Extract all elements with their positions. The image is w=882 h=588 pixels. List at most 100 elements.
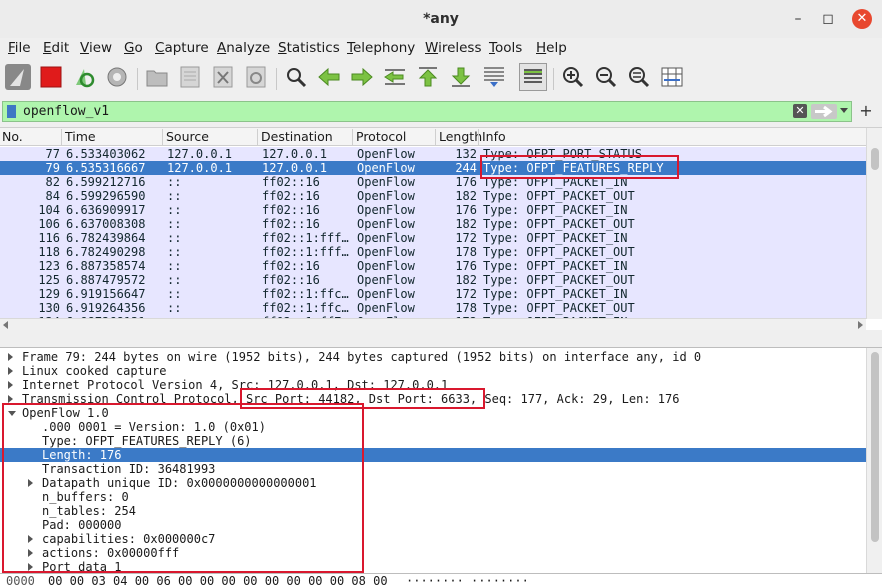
resize-columns-icon[interactable]	[658, 63, 686, 91]
menu-wireless[interactable]: Wireless	[425, 40, 482, 56]
detail-row[interactable]: Transaction ID: 36481993	[0, 462, 866, 476]
table-row[interactable]: 77 6.533403062 127.0.0.1 127.0.0.1 OpenFlow 1…	[0, 147, 866, 161]
packet-details-vertical-scrollbar[interactable]	[866, 348, 882, 573]
zoom-out-icon[interactable]	[592, 63, 620, 91]
table-row-selected[interactable]: 79 6.535316667 127.0.0.1 127.0.0.1 OpenFlow 2…	[0, 161, 866, 175]
restart-capture-icon[interactable]	[70, 63, 98, 91]
menu-tools[interactable]: Tools	[489, 40, 522, 56]
cell-destination: ff02::16	[262, 175, 320, 189]
table-row[interactable]: 116 6.782439864:: ff02::1:fff… OpenFlow 172 T…	[0, 231, 866, 245]
reload-file-icon[interactable]	[242, 63, 270, 91]
menu-statistics[interactable]: Statistics	[278, 40, 340, 56]
column-header-length[interactable]: Length	[439, 129, 482, 144]
cell-time: 6.887358574	[66, 259, 146, 273]
column-header-source[interactable]: Source	[166, 129, 209, 144]
table-row[interactable]: 125 6.887479572:: ff02::16 OpenFlow 182 Type:…	[0, 273, 866, 287]
find-packet-icon[interactable]	[282, 63, 310, 91]
capture-options-icon[interactable]	[103, 63, 131, 91]
expand-chevron-right-icon[interactable]	[28, 535, 33, 543]
cell-source: ::	[167, 287, 182, 301]
detail-row[interactable]: Transmission Control Protocol, Src Port:…	[0, 392, 866, 406]
detail-row-selected[interactable]: Length: 176	[0, 448, 866, 462]
detail-row[interactable]: capabilities: 0x000000c7	[0, 532, 866, 546]
expand-chevron-right-icon[interactable]	[8, 367, 13, 375]
detail-row[interactable]: Type: OFPT_FEATURES_REPLY (6)	[0, 434, 866, 448]
expand-chevron-right-icon[interactable]	[8, 395, 13, 403]
clear-filter-icon[interactable]: ✕	[793, 104, 807, 118]
table-row[interactable]: 130 6.919264356:: ff02::1:ffc… OpenFlow 178 T…	[0, 301, 866, 315]
go-back-icon[interactable]	[315, 63, 343, 91]
table-row[interactable]: 129 6.919156647:: ff02::1:ffc… OpenFlow 172 T…	[0, 287, 866, 301]
last-packet-icon[interactable]	[447, 63, 475, 91]
packet-list-scroll-thumb[interactable]	[871, 148, 879, 170]
menu-view[interactable]: View	[80, 40, 112, 56]
column-header-protocol[interactable]: Protocol	[356, 129, 406, 144]
add-filter-button-plus-icon[interactable]: +	[858, 101, 874, 121]
menu-capture[interactable]: Capture	[155, 40, 209, 56]
table-row[interactable]: 82 6.599212716:: ff02::16 OpenFlow 176 Type: …	[0, 175, 866, 189]
detail-row[interactable]: Pad: 000000	[0, 518, 866, 532]
menu-telephony[interactable]: Telephony	[347, 40, 415, 56]
first-packet-icon[interactable]	[414, 63, 442, 91]
detail-row[interactable]: Port data 1	[0, 560, 866, 573]
table-row[interactable]: 104 6.636909917:: ff02::16 OpenFlow 176 Type:…	[0, 203, 866, 217]
close-icon[interactable]: ✕	[852, 9, 872, 29]
scroll-right-icon[interactable]	[858, 321, 863, 329]
apply-filter-icon[interactable]	[811, 104, 837, 119]
stop-capture-icon[interactable]	[37, 63, 65, 91]
table-row[interactable]: 123 6.887358574:: ff02::16 OpenFlow 176 Type:…	[0, 259, 866, 273]
auto-scroll-icon[interactable]	[480, 63, 508, 91]
table-row[interactable]: 118 6.782490298:: ff02::1:fff… OpenFlow 178 T…	[0, 245, 866, 259]
normal-size-icon[interactable]	[625, 63, 653, 91]
expand-chevron-right-icon[interactable]	[28, 549, 33, 557]
maximize-icon[interactable]: ◻	[818, 9, 838, 29]
scroll-left-icon[interactable]	[3, 321, 8, 329]
colorize-icon[interactable]	[519, 63, 547, 91]
packet-list-vertical-scrollbar[interactable]	[866, 128, 882, 319]
packet-list-horizontal-scrollbar[interactable]	[0, 318, 866, 330]
go-to-packet-icon[interactable]	[381, 63, 409, 91]
detail-row[interactable]: actions: 0x00000fff	[0, 546, 866, 560]
detail-row[interactable]: Linux cooked capture	[0, 364, 866, 378]
collapse-chevron-down-icon[interactable]	[8, 411, 16, 416]
column-header-time[interactable]: Time	[65, 129, 96, 144]
expand-chevron-right-icon[interactable]	[28, 479, 33, 487]
detail-row[interactable]: n_tables: 254	[0, 504, 866, 518]
column-header-no[interactable]: No.	[2, 129, 23, 144]
menu-analyze[interactable]: Analyze	[217, 40, 270, 56]
cell-length: 182	[455, 217, 477, 231]
detail-row[interactable]: n_buffers: 0	[0, 490, 866, 504]
column-header-info[interactable]: Info	[482, 129, 506, 144]
bytes-offset: 0000	[6, 574, 35, 588]
expand-chevron-right-icon[interactable]	[8, 353, 13, 361]
detail-row[interactable]: Datapath unique ID: 0x0000000000000001	[0, 476, 866, 490]
bytes-hex[interactable]: 00 00 03 04 00 06 00 00 00 00 00 00 00 0…	[48, 574, 388, 588]
bookmark-icon[interactable]	[7, 105, 16, 118]
menu-edit[interactable]: Edit	[43, 40, 69, 56]
shark-fin-start-icon[interactable]	[4, 63, 32, 91]
bytes-ascii[interactable]: ········ ········	[406, 574, 529, 588]
pane-splitter[interactable]	[0, 330, 882, 347]
column-header-destination[interactable]: Destination	[261, 129, 333, 144]
menu-help[interactable]: Help	[536, 40, 567, 56]
zoom-in-icon[interactable]	[559, 63, 587, 91]
display-filter-input[interactable]: openflow_v1 ✕	[2, 101, 852, 122]
expand-chevron-right-icon[interactable]	[28, 563, 33, 571]
menu-go[interactable]: Go	[124, 40, 143, 56]
detail-row[interactable]: Internet Protocol Version 4, Src: 127.0.…	[0, 378, 866, 392]
menu-file[interactable]: File	[8, 40, 31, 56]
table-row[interactable]: 106 6.637008308:: ff02::16 OpenFlow 182 Type:…	[0, 217, 866, 231]
minimize-icon[interactable]: –	[788, 9, 808, 29]
filter-history-chevron-down-icon[interactable]	[840, 108, 848, 113]
open-file-icon[interactable]	[143, 63, 171, 91]
packet-details-scroll-thumb[interactable]	[871, 352, 879, 542]
cell-protocol: OpenFlow	[357, 161, 415, 175]
close-file-icon[interactable]	[209, 63, 237, 91]
save-file-icon[interactable]	[176, 63, 204, 91]
detail-row[interactable]: OpenFlow 1.0	[0, 406, 866, 420]
table-row[interactable]: 84 6.599296590:: ff02::16 OpenFlow 182 Type: …	[0, 189, 866, 203]
expand-chevron-right-icon[interactable]	[8, 381, 13, 389]
detail-row[interactable]: Frame 79: 244 bytes on wire (1952 bits),…	[0, 350, 866, 364]
detail-row[interactable]: .000 0001 = Version: 1.0 (0x01)	[0, 420, 866, 434]
go-forward-icon[interactable]	[348, 63, 376, 91]
